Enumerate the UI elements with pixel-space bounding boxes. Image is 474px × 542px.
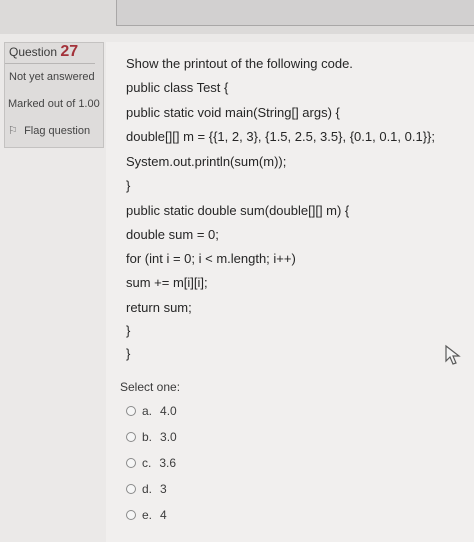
answer-option-e[interactable]: e. 4 [126,508,167,522]
flag-question-link[interactable]: ⚐ Flag question [8,124,90,137]
question-info-panel: Question 27 Not yet answered Marked out … [4,42,104,148]
question-text: Show the printout of the following code. [126,56,353,71]
option-letter: c. [142,456,152,470]
divider [5,63,95,64]
top-band [0,0,474,34]
option-value: 3.6 [159,456,177,470]
answer-option-a[interactable]: a. 4.0 [126,404,177,418]
option-letter: d. [142,482,153,496]
answer-option-d[interactable]: d. 3 [126,482,167,496]
code-line: sum += m[i][i]; [126,275,208,290]
option-value: 4.0 [160,404,177,418]
option-letter: b. [142,430,153,444]
radio-button-icon[interactable] [126,458,136,468]
quiz-page: Question 27 Not yet answered Marked out … [0,0,474,542]
question-grade: Marked out of 1.00 [8,98,100,110]
radio-button-icon[interactable] [126,406,136,416]
code-line: for (int i = 0; i < m.length; i++) [126,251,296,266]
flag-icon: ⚐ [8,125,18,137]
code-line: } [126,178,131,193]
code-line: return sum; [126,300,192,315]
code-line: public static void main(String[] args) { [126,105,340,120]
option-value: 3.0 [160,430,177,444]
code-line: System.out.println(sum(m)); [126,154,287,169]
code-line: public static double sum(double[][] m) { [126,203,350,218]
radio-button-icon[interactable] [126,432,136,442]
top-box [116,0,474,26]
question-content: Show the printout of the following code.… [106,42,474,542]
option-value: 3 [160,482,167,496]
code-line: } [126,323,131,338]
mouse-pointer-icon [445,344,461,365]
option-value: 4 [160,508,167,522]
answer-option-c[interactable]: c. 3.6 [126,456,176,470]
radio-button-icon[interactable] [126,510,136,520]
option-letter: a. [142,404,153,418]
code-line: } [126,346,131,361]
code-line: public class Test { [126,80,229,95]
question-label: Question [9,45,58,59]
question-number: Question 27 [9,43,78,61]
option-letter: e. [142,508,153,522]
flag-question-label: Flag question [24,125,91,137]
radio-button-icon[interactable] [126,484,136,494]
code-line: double[][] m = {{1, 2, 3}, {1.5, 2.5, 3.… [126,129,435,144]
code-line: double sum = 0; [126,227,219,242]
question-number-value: 27 [60,43,79,60]
answer-option-b[interactable]: b. 3.0 [126,430,177,444]
select-one-label: Select one: [120,380,181,394]
question-state: Not yet answered [9,71,95,83]
